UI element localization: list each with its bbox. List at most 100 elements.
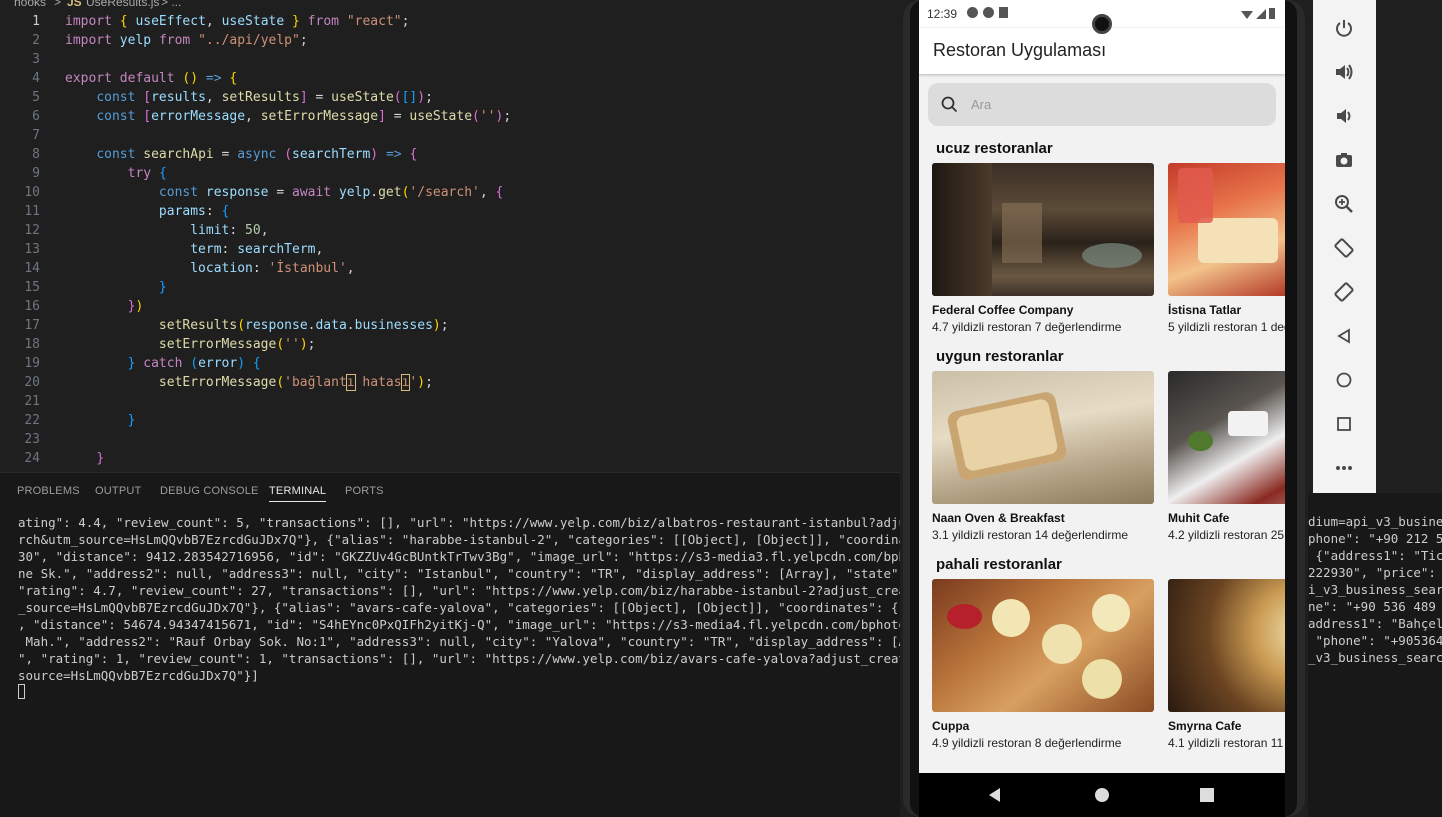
power-icon[interactable] xyxy=(1331,15,1357,41)
line-number: 2 xyxy=(32,33,40,48)
rotate-left-icon[interactable] xyxy=(1331,235,1357,261)
system-icons xyxy=(1241,8,1275,19)
line-number: 18 xyxy=(24,337,40,352)
search-icon xyxy=(941,96,958,113)
terminal-output-right: dium=api_v3_business phone": "+90 212 52… xyxy=(1308,493,1442,817)
restaurant-rating: 4.2 yildizli restoran 25 değerlendirme xyxy=(1168,528,1285,542)
code-line[interactable]: location: 'İstanbul', xyxy=(65,259,354,278)
code-line[interactable]: } xyxy=(65,278,167,297)
restaurant-rating: 4.7 yildizli restoran 7 değerlendirme xyxy=(932,320,1122,334)
restaurant-card[interactable]: Federal Coffee Company 4.7 yildizli rest… xyxy=(932,163,1154,334)
tab-problems[interactable]: PROBLEMS xyxy=(17,485,80,497)
restaurant-card[interactable]: Smyrna Cafe 4.1 yildizli restoran 11 değ… xyxy=(1168,579,1285,750)
code-line[interactable]: import { useEffect, useState } from "rea… xyxy=(65,12,409,31)
section-title: uygun restoranlar xyxy=(936,348,1064,365)
status-time: 12:39 xyxy=(927,7,958,21)
line-number: 11 xyxy=(24,204,40,219)
line-number: 7 xyxy=(32,128,40,143)
code-line[interactable]: export default () => { xyxy=(65,69,237,88)
line-number: 20 xyxy=(24,375,40,390)
restaurant-rating: 4.9 yildizli restoran 8 değerlendirme xyxy=(932,736,1122,750)
restaurant-rating: 5 yildizli restoran 1 değerlendirme xyxy=(1168,320,1285,334)
terminal-line: , "distance": 54674.94347415671, "id": "… xyxy=(18,617,900,632)
terminal-line: ", "rating": 1, "review_count": 1, "tran… xyxy=(18,651,900,666)
restaurant-card[interactable]: İstisna Tatlar 5 yildizli restoran 1 değ… xyxy=(1168,163,1285,334)
code-line[interactable]: setErrorMessage('bağlantı hatası'); xyxy=(65,373,433,392)
volume-up-icon[interactable] xyxy=(1331,59,1357,85)
restaurant-image xyxy=(932,371,1154,504)
breadcrumb-separator: > xyxy=(54,0,62,9)
tab-terminal[interactable]: TERMINAL xyxy=(269,485,327,502)
code-line[interactable]: import yelp from "../api/yelp"; xyxy=(65,31,308,50)
zoom-icon[interactable] xyxy=(1331,191,1357,217)
camera-icon[interactable] xyxy=(1331,147,1357,173)
panel-tabs: PROBLEMS OUTPUT DEBUG CONSOLE TERMINAL P… xyxy=(0,473,900,509)
code-line[interactable]: setResults(response.data.businesses); xyxy=(65,316,449,335)
code-line[interactable]: try { xyxy=(65,164,167,183)
restaurant-image xyxy=(1168,163,1285,296)
terminal-line: 30", "distance": 9412.283542716956, "id"… xyxy=(18,549,900,564)
restaurant-image xyxy=(1168,371,1285,504)
line-number: 4 xyxy=(32,71,40,86)
screen-root: hooks > JS UseResults.js > ... 1 import {… xyxy=(0,0,1442,817)
terminal-line: ne Sk.", "address2": null, "address3": n… xyxy=(18,566,900,581)
restaurant-rating: 4.1 yildizli restoran 11 değerlendirme xyxy=(1168,736,1285,750)
restaurant-image xyxy=(1168,579,1285,712)
line-number: 1 xyxy=(32,14,40,29)
line-number: 10 xyxy=(24,185,40,200)
section-title: pahali restoranlar xyxy=(936,556,1062,573)
home-icon[interactable] xyxy=(1331,367,1357,393)
rotate-right-icon[interactable] xyxy=(1331,279,1357,305)
line-number: 19 xyxy=(24,356,40,371)
code-line[interactable]: params: { xyxy=(65,202,229,221)
tab-output[interactable]: OUTPUT xyxy=(95,485,141,497)
code-line[interactable]: const [errorMessage, setErrorMessage] = … xyxy=(65,107,511,126)
line-number: 22 xyxy=(24,413,40,428)
tab-debug-console[interactable]: DEBUG CONSOLE xyxy=(160,485,259,497)
notification-icon xyxy=(967,7,978,18)
overview-icon[interactable] xyxy=(1200,788,1214,802)
line-number: 23 xyxy=(24,432,40,447)
search-input[interactable]: Ara xyxy=(971,97,991,112)
code-line[interactable]: } catch (error) { xyxy=(65,354,261,373)
code-line[interactable]: }) xyxy=(65,297,144,316)
terminal-output[interactable]: ating": 4.4, "review_count": 5, "transac… xyxy=(18,514,900,694)
tab-ports[interactable]: PORTS xyxy=(345,485,384,497)
breadcrumb-file[interactable]: UseResults.js xyxy=(86,0,159,9)
code-editor[interactable]: 1 import { useEffect, useState } from "re… xyxy=(0,12,900,472)
code-line[interactable]: term: searchTerm, xyxy=(65,240,323,259)
restaurant-card[interactable]: Muhit Cafe 4.2 yildizli restoran 25 değe… xyxy=(1168,371,1285,542)
volume-down-icon[interactable] xyxy=(1331,103,1357,129)
terminal-line: _v3_business_search& xyxy=(1308,650,1442,665)
code-line[interactable]: } xyxy=(65,411,136,430)
bottom-panel: PROBLEMS OUTPUT DEBUG CONSOLE TERMINAL P… xyxy=(0,472,900,817)
code-line[interactable]: const searchApi = async (searchTerm) => … xyxy=(65,145,417,164)
terminal-line: _source=HsLmQQvbB7EzrcdGuJDx7Q"}, {"alia… xyxy=(18,600,900,615)
app-title: Restoran Uygulaması xyxy=(933,40,1107,60)
breadcrumb-folder[interactable]: hooks xyxy=(14,0,46,9)
line-number: 17 xyxy=(24,318,40,333)
terminal-line: {"address1": "Ticar xyxy=(1315,548,1442,563)
terminal-line: 222930", "price": "$ xyxy=(1308,565,1436,580)
back-icon[interactable] xyxy=(1331,323,1357,349)
restaurant-name: Cuppa xyxy=(932,719,970,733)
terminal-line: Mah.", "address2": "Rauf Orbay Sok. No:1… xyxy=(18,634,900,649)
restaurant-card[interactable]: Cuppa 4.9 yildizli restoran 8 değerlendi… xyxy=(932,579,1154,750)
terminal-line: "phone": "+90536489 xyxy=(1315,633,1442,648)
app-bar: Restoran Uygulaması xyxy=(919,28,1285,74)
breadcrumb-tail[interactable]: > ... xyxy=(161,0,181,9)
code-line[interactable]: setErrorMessage(''); xyxy=(65,335,316,354)
battery-icon xyxy=(1269,8,1275,19)
code-line[interactable]: limit: 50, xyxy=(65,221,268,240)
code-line[interactable]: const response = await yelp.get('/search… xyxy=(65,183,503,202)
restaurant-name: Federal Coffee Company xyxy=(932,303,1074,317)
search-bar[interactable]: Ara xyxy=(928,83,1276,126)
back-icon[interactable] xyxy=(987,787,1003,803)
more-icon[interactable] xyxy=(1331,455,1357,481)
breadcrumb: hooks > JS UseResults.js > ... xyxy=(0,0,900,10)
restaurant-card[interactable]: Naan Oven & Breakfast 3.1 yildizli resto… xyxy=(932,371,1154,542)
overview-icon[interactable] xyxy=(1331,411,1357,437)
code-line[interactable]: } xyxy=(65,449,104,468)
code-line[interactable]: const [results, setResults] = useState([… xyxy=(65,88,433,107)
home-icon[interactable] xyxy=(1094,787,1110,803)
